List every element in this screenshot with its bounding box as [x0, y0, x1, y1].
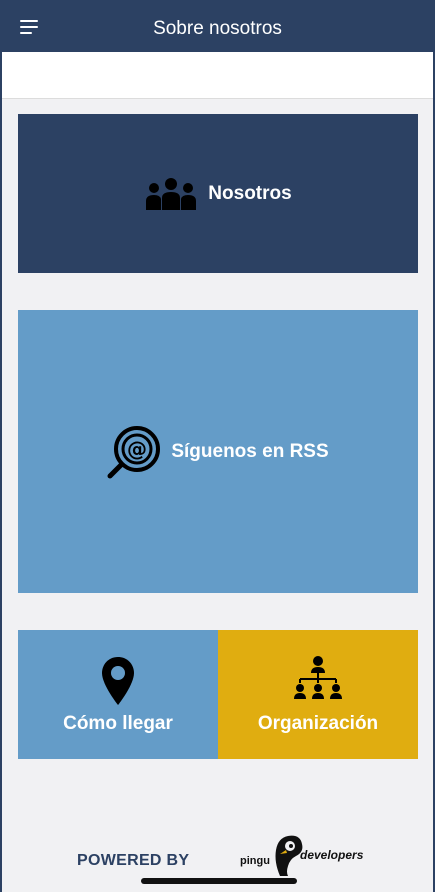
rss-label: Síguenos en RSS — [171, 440, 329, 462]
nosotros-label: Nosotros — [208, 182, 292, 204]
penguin-logo-icon — [275, 835, 303, 876]
group-people-icon — [146, 177, 197, 210]
app-header: Sobre nosotros — [0, 0, 435, 52]
organizacion-label: Organización — [257, 712, 379, 734]
home-indicator[interactable] — [141, 878, 297, 884]
org-chart-icon — [294, 655, 342, 699]
pingu-developers-logo: pingu developers — [238, 832, 370, 876]
map-pin-icon — [102, 656, 134, 705]
logo-text-pingu: pingu — [240, 855, 270, 867]
svg-text:@: @ — [127, 437, 147, 461]
subheader-bar — [0, 52, 435, 99]
at-search-icon: @ — [107, 425, 161, 478]
logo-text-developers: developers — [300, 848, 364, 862]
organizacion-tile[interactable]: Organización — [218, 630, 418, 759]
powered-by-text: POWERED BY — [77, 852, 190, 869]
como-llegar-tile[interactable]: Cómo llegar — [18, 630, 218, 759]
rss-tile[interactable]: @ Síguenos en RSS — [18, 310, 418, 593]
left-frame-line — [0, 52, 2, 892]
como-llegar-label: Cómo llegar — [63, 712, 173, 734]
nosotros-tile[interactable]: Nosotros — [18, 114, 418, 273]
page-title: Sobre nosotros — [153, 18, 282, 39]
